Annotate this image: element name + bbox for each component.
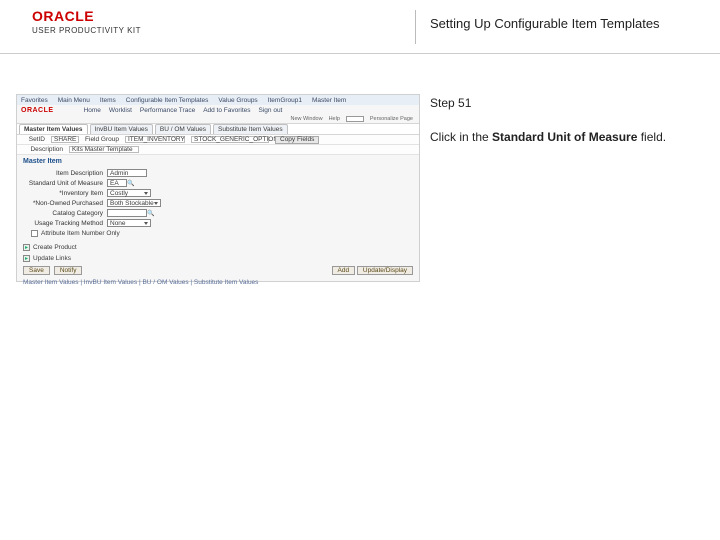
setid-label: SetID xyxy=(23,136,45,143)
nav-signout[interactable]: Sign out xyxy=(259,107,283,114)
breadcrumb-item[interactable]: Items xyxy=(100,97,116,104)
attribute-item-label: Attribute Item Number Only xyxy=(41,230,120,237)
lookup-icon[interactable]: 🔍 xyxy=(147,209,155,217)
breadcrumb-item[interactable]: Main Menu xyxy=(58,97,90,104)
item-description-label: Item Description xyxy=(21,170,107,177)
description-field[interactable]: Kits Master Template xyxy=(69,146,139,153)
fieldgroup-desc: STOCK_GENERIC_OPTIONS xyxy=(191,136,269,143)
context-row-1: SetID SHARE Field Group ITEM_INVENTORY S… xyxy=(17,135,419,145)
slide-header: ORACLE USER PRODUCTIVITY KIT Setting Up … xyxy=(0,0,720,54)
section-master-item: Master Item xyxy=(17,155,419,168)
copy-fields-button[interactable]: Copy Fields xyxy=(275,136,319,144)
standard-uom-field[interactable]: EA xyxy=(107,179,127,187)
notify-button[interactable]: Notify xyxy=(54,266,83,275)
non-owned-dropdown[interactable]: Both Stockable xyxy=(107,199,161,207)
attribute-item-checkbox[interactable] xyxy=(31,230,38,237)
breadcrumb-item[interactable]: ItemGroup1 xyxy=(268,97,302,104)
tab-substitute-item-values[interactable]: Substitute Item Values xyxy=(213,124,288,134)
usage-tracking-dropdown[interactable]: None xyxy=(107,219,151,227)
personalize-link[interactable] xyxy=(346,116,364,122)
oracle-logo-subtitle: USER PRODUCTIVITY KIT xyxy=(32,26,141,35)
step-label: Step 51 xyxy=(430,96,690,110)
breadcrumb-item[interactable]: Value Groups xyxy=(218,97,257,104)
add-button[interactable]: Add xyxy=(332,266,356,275)
instruction-panel: Step 51 Click in the Standard Unit of Me… xyxy=(430,96,690,144)
oracle-logo: ORACLE xyxy=(32,8,94,24)
personalize-label: Personalize Page xyxy=(370,116,413,122)
catalog-category-field[interactable] xyxy=(107,209,147,217)
header-divider xyxy=(415,10,416,44)
breadcrumb-item[interactable]: Master Item xyxy=(312,97,346,104)
footer-tab-links[interactable]: Master Item Values | InvBU Item Values |… xyxy=(17,277,419,288)
nav-home[interactable]: Home xyxy=(84,107,101,114)
help-link[interactable]: Help xyxy=(329,116,340,122)
button-bar: Save Notify Add Update/Display xyxy=(17,264,419,277)
new-window-link[interactable]: New Window xyxy=(290,116,322,122)
setid-value: SHARE xyxy=(51,136,79,143)
breadcrumb-item[interactable]: Favorites xyxy=(21,97,48,104)
form-area: Item Description Admin Standard Unit of … xyxy=(17,168,419,242)
nav-perf[interactable]: Performance Trace xyxy=(140,107,195,114)
app-nav: Home Worklist Performance Trace Add to F… xyxy=(84,107,283,114)
create-product-link[interactable]: Create Product xyxy=(33,244,77,251)
expand-icon[interactable]: ▸ xyxy=(23,255,30,262)
fieldgroup-value: ITEM_INVENTORY xyxy=(125,136,185,143)
nav-worklist[interactable]: Worklist xyxy=(109,107,132,114)
inventory-item-dropdown[interactable]: Costly xyxy=(107,189,151,197)
non-owned-label: *Non-Owned Purchased xyxy=(21,200,107,207)
description-label: Description xyxy=(23,146,63,153)
fieldgroup-label: Field Group xyxy=(85,136,119,143)
breadcrumb-item[interactable]: Configurable Item Templates xyxy=(126,97,209,104)
update-display-button[interactable]: Update/Display xyxy=(357,266,413,275)
standard-uom-label: Standard Unit of Measure xyxy=(21,180,107,187)
save-button[interactable]: Save xyxy=(23,266,50,275)
nav-fav[interactable]: Add to Favorites xyxy=(203,107,250,114)
page-toolbar: New Window Help Personalize Page xyxy=(17,115,419,123)
update-links-link[interactable]: Update Links xyxy=(33,255,71,262)
usage-tracking-label: Usage Tracking Method xyxy=(21,220,107,227)
app-brand: ORACLE xyxy=(21,107,54,114)
tab-row: Master Item Values InvBU Item Values BU … xyxy=(17,123,419,135)
lookup-icon[interactable]: 🔍 xyxy=(127,179,135,187)
inventory-item-label: *Inventory Item xyxy=(21,190,107,197)
tab-invbu-item-values[interactable]: InvBU Item Values xyxy=(90,124,153,134)
tab-master-item-values[interactable]: Master Item Values xyxy=(19,124,88,134)
item-description-field[interactable]: Admin xyxy=(107,169,147,177)
tab-bu-om-values[interactable]: BU / OM Values xyxy=(155,124,211,134)
expand-icon[interactable]: ▸ xyxy=(23,244,30,251)
app-screenshot: Favorites Main Menu Items Configurable I… xyxy=(16,94,420,282)
context-row-2: Description Kits Master Template xyxy=(17,145,419,155)
step-text: Click in the Standard Unit of Measure fi… xyxy=(430,130,690,144)
page-title: Setting Up Configurable Item Templates xyxy=(430,16,660,31)
catalog-category-label: Catalog Category xyxy=(21,210,107,217)
breadcrumb: Favorites Main Menu Items Configurable I… xyxy=(17,95,419,105)
